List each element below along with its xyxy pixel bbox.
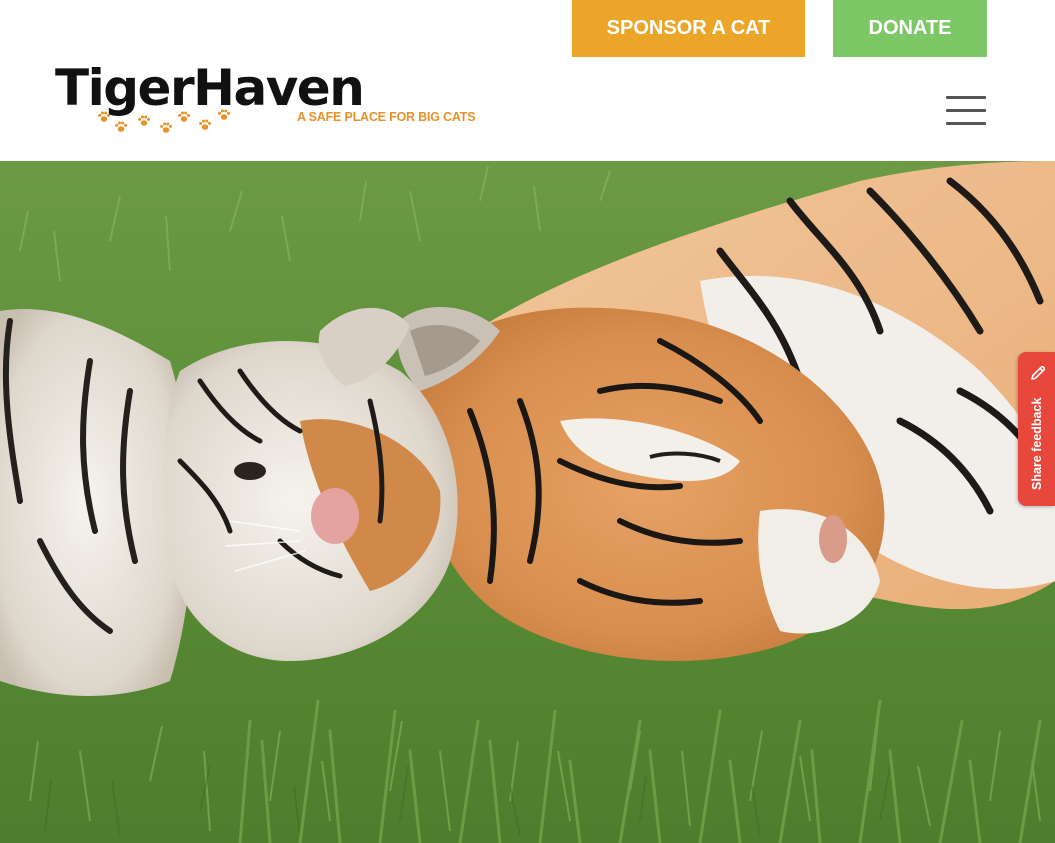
menu-bar	[946, 122, 986, 125]
site-logo[interactable]: TigerHaven A SAFE PLACE FOR BIG CATS	[55, 59, 476, 140]
hero-image	[0, 161, 1055, 843]
logo-tagline: A SAFE PLACE FOR BIG CATS	[297, 110, 476, 124]
paw-print-icon	[98, 111, 110, 122]
donate-button[interactable]: DONATE	[833, 0, 987, 57]
paw-print-icon	[178, 111, 190, 122]
hamburger-menu-icon[interactable]	[946, 96, 986, 128]
logo-wordmark: TigerHaven	[55, 59, 365, 117]
paw-print-icon	[160, 122, 172, 133]
paw-print-icon	[115, 121, 127, 132]
orange-tiger-nose	[819, 515, 847, 563]
pencil-icon	[1031, 365, 1046, 380]
site-header: TigerHaven A SAFE PLACE FOR BIG CATS SPO…	[0, 0, 1055, 161]
menu-bar	[946, 109, 986, 112]
menu-bar	[946, 96, 986, 99]
paw-print-icon	[218, 109, 230, 120]
share-feedback-tab[interactable]: Share feedback	[1018, 352, 1055, 506]
white-tiger-eye	[234, 462, 266, 480]
white-tiger-body	[0, 309, 193, 696]
share-feedback-label: Share feedback	[1030, 397, 1044, 490]
white-tiger-nose	[311, 488, 359, 544]
paw-print-icon	[199, 119, 211, 130]
tigers-photo	[0, 161, 1055, 843]
paw-print-icon	[138, 115, 150, 126]
sponsor-a-cat-button[interactable]: SPONSOR A CAT	[572, 0, 805, 57]
